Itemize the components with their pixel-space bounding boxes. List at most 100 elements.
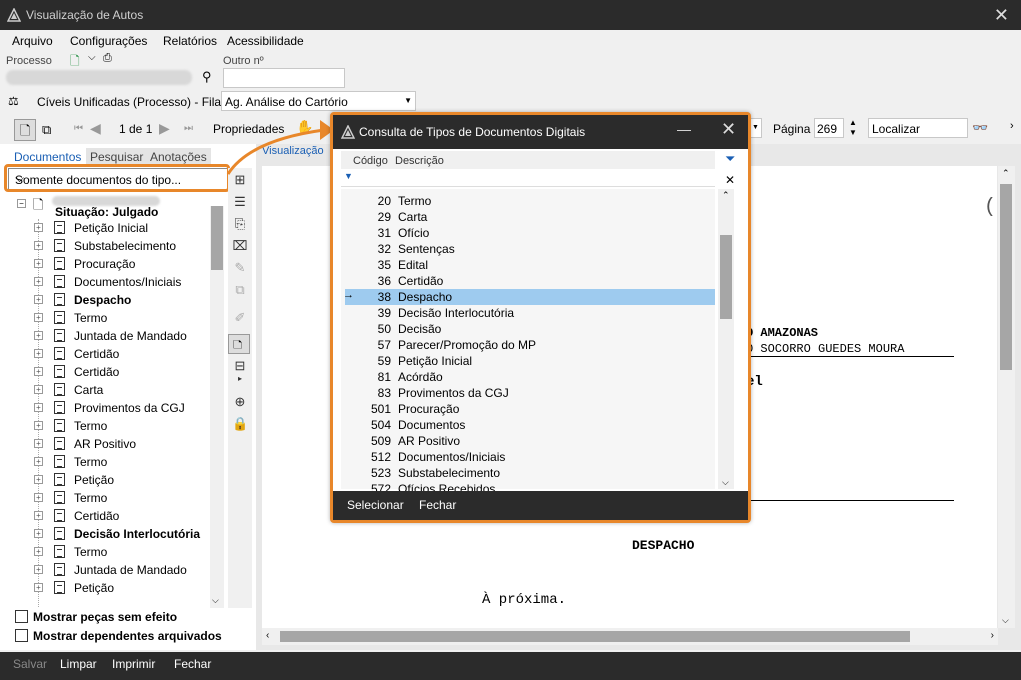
tree-scrollbar[interactable]: ⌵ bbox=[210, 206, 224, 608]
first-page-icon[interactable]: ⏮ bbox=[74, 123, 83, 134]
tree-collapse-toggle[interactable]: − bbox=[17, 199, 26, 208]
column-header-codigo[interactable]: Código bbox=[353, 155, 388, 167]
grid-row[interactable]: 32 Sentenças bbox=[345, 241, 715, 257]
tree-expand-toggle[interactable]: + bbox=[34, 223, 43, 232]
grid-row[interactable]: 81 Acórdão bbox=[345, 369, 715, 385]
outro-input[interactable] bbox=[223, 68, 345, 88]
grid-row[interactable]: 31 Ofício bbox=[345, 225, 715, 241]
tree-expand-toggle[interactable]: + bbox=[34, 457, 43, 466]
pagina-spinner[interactable]: ▲ ▼ bbox=[849, 118, 857, 138]
list-icon[interactable]: ☰ bbox=[232, 194, 248, 210]
menu-relatorios[interactable]: Relatórios bbox=[163, 34, 217, 48]
tree-expand-toggle[interactable]: + bbox=[34, 529, 43, 538]
filter-icon[interactable]: ⏷ bbox=[725, 151, 735, 167]
doc-search-icon[interactable]: ⎘ bbox=[232, 216, 248, 232]
next-page-icon[interactable]: ▶ bbox=[159, 120, 170, 137]
pagina-input[interactable]: 269 bbox=[814, 118, 844, 138]
doc-remove-icon[interactable]: ⌧ bbox=[232, 238, 248, 254]
prev-page-icon[interactable]: ◀ bbox=[90, 120, 101, 137]
tree-expand-toggle[interactable]: + bbox=[34, 475, 43, 484]
grid-row[interactable]: 36 Certidão bbox=[345, 273, 715, 289]
clear-filter-icon[interactable]: ✕ bbox=[725, 173, 735, 187]
add-icon[interactable]: ⊕ bbox=[232, 394, 248, 410]
selecionar-button[interactable]: Selecionar bbox=[347, 498, 404, 512]
minimize-button[interactable]: — bbox=[677, 121, 691, 137]
grid-row[interactable]: 35 Edital bbox=[345, 257, 715, 273]
search-icon[interactable]: ⚲ bbox=[202, 69, 212, 85]
tree-expand-toggle[interactable]: + bbox=[34, 565, 43, 574]
localizar-input[interactable]: Localizar bbox=[868, 118, 968, 138]
imprimir-button[interactable]: Imprimir bbox=[112, 657, 155, 671]
viewer-vscroll-thumb[interactable] bbox=[1000, 184, 1012, 370]
scroll-up-icon[interactable]: ⌃ bbox=[1002, 168, 1010, 179]
tree-expand-toggle[interactable]: + bbox=[34, 349, 43, 358]
grid-row[interactable]: 20 Termo bbox=[345, 193, 715, 209]
scroll-right-icon[interactable]: › bbox=[991, 630, 994, 641]
tree-expand-toggle[interactable]: + bbox=[34, 511, 43, 520]
grid-row[interactable]: 57 Parecer/Promoção do MP bbox=[345, 337, 715, 353]
tree-expand-toggle[interactable]: + bbox=[34, 421, 43, 430]
tree-expand-toggle[interactable]: + bbox=[34, 493, 43, 502]
tree-expand-toggle[interactable]: + bbox=[34, 403, 43, 412]
grid-row[interactable]: 512 Documentos/Iniciais bbox=[345, 449, 715, 465]
tree-expand-toggle[interactable]: + bbox=[34, 385, 43, 394]
last-page-icon[interactable]: ⏭ bbox=[184, 123, 193, 134]
tree-expand-toggle[interactable]: + bbox=[34, 367, 43, 376]
grid-row[interactable]: 504 Documentos bbox=[345, 417, 715, 433]
salvar-button[interactable]: Salvar bbox=[13, 657, 47, 671]
dialog-fechar-button[interactable]: Fechar bbox=[419, 498, 456, 512]
scroll-down-icon[interactable]: ⌵ bbox=[722, 477, 729, 488]
limpar-button[interactable]: Limpar bbox=[60, 657, 97, 671]
scroll-down-icon[interactable]: ⌵ bbox=[212, 595, 219, 606]
tree-expand-toggle[interactable]: + bbox=[34, 331, 43, 340]
tree-expand-toggle[interactable]: + bbox=[34, 241, 43, 250]
grid-row[interactable]: 29 Carta bbox=[345, 209, 715, 225]
dialog-scroll-thumb[interactable] bbox=[720, 235, 732, 319]
grid-row[interactable]: 59 Petição Inicial bbox=[345, 353, 715, 369]
small-arrow-icon[interactable]: ▸ bbox=[232, 374, 248, 390]
viewer-vscrollbar[interactable]: ⌃ ⌵ bbox=[998, 166, 1015, 628]
fila-select[interactable]: Ag. Análise do Cartório ▼ bbox=[221, 91, 416, 111]
fechar-button[interactable]: Fechar bbox=[174, 657, 211, 671]
checkbox-pecas-sem-efeito[interactable] bbox=[15, 610, 28, 623]
multi-page-button[interactable]: ⧉ bbox=[38, 119, 56, 141]
grid-row[interactable]: 83 Provimentos da CGJ bbox=[345, 385, 715, 401]
tree-expand-toggle[interactable]: + bbox=[34, 259, 43, 268]
viewer-hscroll-thumb[interactable] bbox=[280, 631, 910, 642]
chevron-down-icon[interactable]: ⌵ bbox=[88, 52, 96, 63]
grid-row[interactable]: 509 AR Positivo bbox=[345, 433, 715, 449]
tree-expand-toggle[interactable]: + bbox=[34, 583, 43, 592]
tree-expand-toggle[interactable]: + bbox=[34, 547, 43, 556]
scroll-down-icon[interactable]: ⌵ bbox=[1002, 615, 1009, 626]
tree-expand-toggle[interactable]: + bbox=[34, 295, 43, 304]
grid-cell-code: 29 bbox=[377, 210, 391, 224]
tree-expand-toggle[interactable]: + bbox=[34, 313, 43, 322]
menu-acessibilidade[interactable]: Acessibilidade bbox=[227, 34, 304, 48]
checkbox-dependentes-arquivados[interactable] bbox=[15, 629, 28, 642]
process-number-input[interactable] bbox=[6, 70, 192, 85]
attach-icon[interactable]: ⎙ bbox=[103, 52, 112, 65]
tree-view-icon[interactable]: ⊟ bbox=[232, 358, 248, 374]
dialog-scrollbar[interactable]: ⌃ ⌵ bbox=[718, 189, 734, 489]
grid-row[interactable]: 501 Procuração bbox=[345, 401, 715, 417]
column-header-descricao[interactable]: Descrição bbox=[395, 155, 444, 167]
tree-expand-toggle[interactable]: + bbox=[34, 439, 43, 448]
tree-scrollbar-thumb[interactable] bbox=[211, 206, 223, 270]
scroll-left-icon[interactable]: ‹ bbox=[266, 630, 269, 641]
binoculars-icon[interactable]: 👓 bbox=[972, 120, 988, 136]
viewer-hscrollbar[interactable]: ‹ › bbox=[262, 628, 998, 645]
more-icon[interactable]: › bbox=[1010, 120, 1014, 132]
grid-row[interactable]: 523 Substabelecimento bbox=[345, 465, 715, 481]
tree-expand-toggle[interactable]: + bbox=[34, 277, 43, 286]
dialog-close-button[interactable]: ✕ bbox=[721, 119, 736, 140]
grid-row[interactable]: 39 Decisão Interlocutória bbox=[345, 305, 715, 321]
menu-configuracoes[interactable]: Configurações bbox=[70, 34, 147, 48]
note-button[interactable]: 🗅 bbox=[228, 334, 250, 354]
menu-arquivo[interactable]: Arquivo bbox=[12, 34, 53, 48]
single-page-button[interactable]: 🗋 bbox=[14, 119, 36, 141]
grid-row[interactable]: 38 Despacho bbox=[345, 289, 715, 305]
close-window-button[interactable]: ✕ bbox=[994, 5, 1009, 26]
filter-row[interactable]: ▼ bbox=[341, 169, 715, 187]
scroll-up-icon[interactable]: ⌃ bbox=[722, 190, 730, 201]
grid-row[interactable]: 50 Decisão bbox=[345, 321, 715, 337]
